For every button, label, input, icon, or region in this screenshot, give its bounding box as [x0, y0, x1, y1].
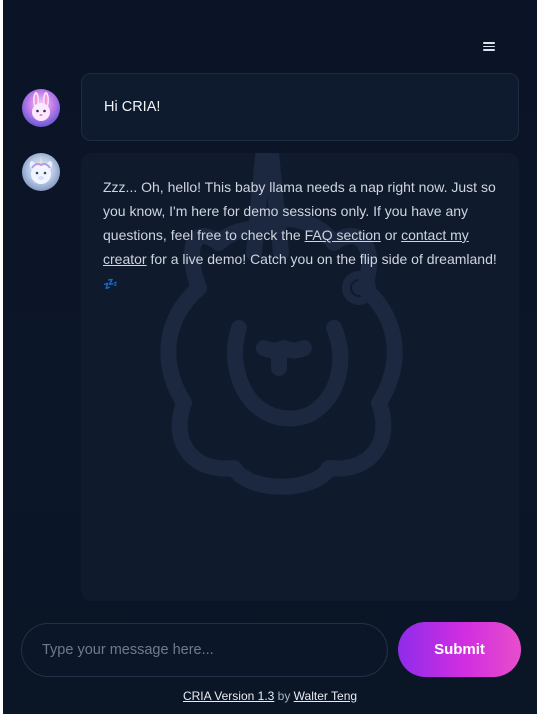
bunny-icon — [32, 92, 50, 121]
version-link[interactable]: CRIA Version 1.3 — [183, 689, 274, 703]
submit-button[interactable]: Submit — [398, 622, 521, 677]
bot-text-part2: or — [380, 227, 402, 243]
bot-message-text: Zzz... Oh, hello! This baby llama needs … — [103, 175, 498, 296]
zzz-icon: 💤 — [103, 277, 118, 291]
faq-link[interactable]: FAQ section — [305, 227, 381, 243]
chat-app: Hi CRIA! Zzz... Oh, hello! This baby lla… — [3, 0, 537, 714]
bot-avatar — [22, 153, 60, 191]
footer: CRIA Version 1.3 by Walter Teng — [3, 689, 537, 703]
user-message-bubble: Hi CRIA! — [81, 73, 519, 141]
user-message-text: Hi CRIA! — [104, 99, 161, 115]
message-input[interactable] — [21, 623, 388, 677]
author-link[interactable]: Walter Teng — [294, 689, 357, 703]
unicorn-llama-icon — [29, 156, 53, 184]
user-avatar — [22, 89, 60, 127]
footer-by-text: by — [274, 689, 294, 703]
hamburger-menu-icon[interactable] — [480, 38, 498, 54]
bot-text-part3: for a live demo! Catch you on the flip s… — [146, 251, 497, 267]
bot-message-bubble: Zzz... Oh, hello! This baby llama needs … — [81, 153, 519, 601]
